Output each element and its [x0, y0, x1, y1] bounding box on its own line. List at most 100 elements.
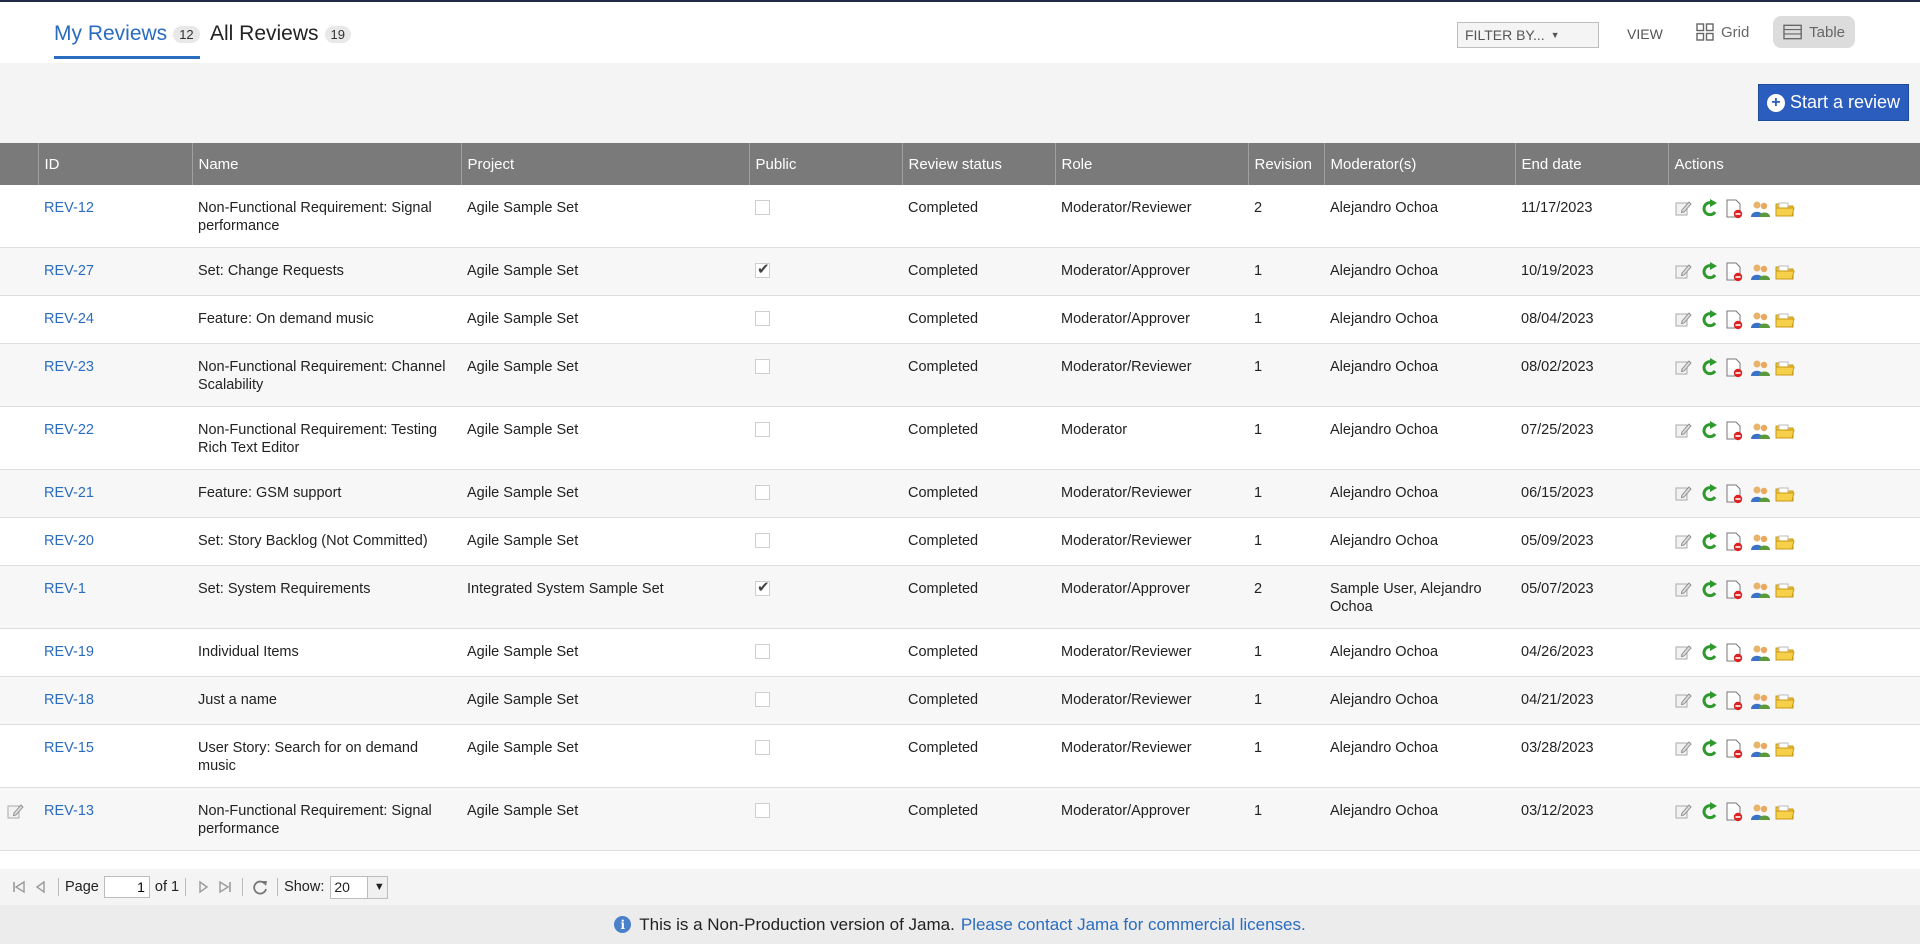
folder-icon[interactable]: [1774, 262, 1796, 282]
folder-icon[interactable]: [1774, 802, 1796, 822]
restart-arrow-icon[interactable]: [1699, 739, 1721, 759]
review-id-link[interactable]: REV-15: [38, 724, 192, 788]
edit-icon[interactable]: [1674, 532, 1696, 552]
review-id-link[interactable]: REV-18: [38, 676, 192, 725]
folder-icon[interactable]: [1774, 484, 1796, 504]
restart-arrow-icon[interactable]: [1699, 802, 1721, 822]
participants-icon[interactable]: [1749, 643, 1771, 663]
participants-icon[interactable]: [1749, 358, 1771, 378]
folder-icon[interactable]: [1774, 739, 1796, 759]
review-id-link[interactable]: REV-27: [38, 247, 192, 296]
participants-icon[interactable]: [1749, 739, 1771, 759]
restart-arrow-icon[interactable]: [1699, 580, 1721, 600]
close-review-icon[interactable]: [1724, 262, 1746, 282]
close-review-icon[interactable]: [1724, 532, 1746, 552]
review-id-link[interactable]: REV-21: [38, 469, 192, 518]
restart-arrow-icon[interactable]: [1699, 358, 1721, 378]
page-size-select[interactable]: 20 ▼: [330, 875, 389, 899]
folder-icon[interactable]: [1774, 643, 1796, 663]
column-header-public[interactable]: Public: [749, 143, 903, 185]
restart-arrow-icon[interactable]: [1699, 310, 1721, 330]
table-row[interactable]: REV-12 Non-Functional Requirement: Signa…: [0, 185, 1920, 248]
close-review-icon[interactable]: [1724, 484, 1746, 504]
restart-arrow-icon[interactable]: [1699, 532, 1721, 552]
page-number-input[interactable]: [103, 876, 150, 898]
review-id-link[interactable]: REV-24: [38, 295, 192, 344]
edit-icon[interactable]: [1674, 421, 1696, 441]
table-row[interactable]: REV-20 Set: Story Backlog (Not Committed…: [0, 517, 1920, 566]
last-page-icon[interactable]: [214, 876, 236, 898]
tab-my-reviews[interactable]: My Reviews 12: [54, 22, 200, 59]
review-id-link[interactable]: REV-20: [38, 517, 192, 566]
close-review-icon[interactable]: [1724, 691, 1746, 711]
first-page-icon[interactable]: [8, 876, 30, 898]
table-row[interactable]: REV-22 Non-Functional Requirement: Testi…: [0, 406, 1920, 470]
close-review-icon[interactable]: [1724, 358, 1746, 378]
table-row[interactable]: REV-27 Set: Change Requests Agile Sample…: [0, 247, 1920, 296]
table-row[interactable]: REV-23 Non-Functional Requirement: Chann…: [0, 343, 1920, 407]
edit-icon[interactable]: [1674, 310, 1696, 330]
row-edit-icon[interactable]: [6, 804, 24, 824]
column-header-id[interactable]: ID: [38, 143, 193, 185]
folder-icon[interactable]: [1774, 358, 1796, 378]
column-header-revision[interactable]: Revision: [1248, 143, 1325, 185]
review-id-link[interactable]: REV-19: [38, 628, 192, 677]
close-review-icon[interactable]: [1724, 310, 1746, 330]
restart-arrow-icon[interactable]: [1699, 262, 1721, 282]
folder-icon[interactable]: [1774, 421, 1796, 441]
review-id-link[interactable]: REV-22: [38, 406, 192, 470]
participants-icon[interactable]: [1749, 310, 1771, 330]
view-table-button[interactable]: Table: [1773, 16, 1855, 48]
close-review-icon[interactable]: [1724, 802, 1746, 822]
edit-icon[interactable]: [1674, 262, 1696, 282]
tab-all-reviews[interactable]: All Reviews 19: [210, 22, 351, 46]
participants-icon[interactable]: [1749, 262, 1771, 282]
table-row[interactable]: REV-21 Feature: GSM support Agile Sample…: [0, 469, 1920, 518]
close-review-icon[interactable]: [1724, 421, 1746, 441]
table-row[interactable]: REV-24 Feature: On demand music Agile Sa…: [0, 295, 1920, 344]
close-review-icon[interactable]: [1724, 580, 1746, 600]
previous-page-icon[interactable]: [30, 876, 52, 898]
folder-icon[interactable]: [1774, 310, 1796, 330]
column-header-status[interactable]: Review status: [902, 143, 1056, 185]
column-header-role[interactable]: Role: [1055, 143, 1249, 185]
participants-icon[interactable]: [1749, 199, 1771, 219]
column-header-project[interactable]: Project: [461, 143, 750, 185]
participants-icon[interactable]: [1749, 421, 1771, 441]
participants-icon[interactable]: [1749, 580, 1771, 600]
folder-icon[interactable]: [1774, 532, 1796, 552]
column-header-end-date[interactable]: End date: [1515, 143, 1669, 185]
table-row[interactable]: REV-15 User Story: Search for on demand …: [0, 724, 1920, 788]
table-row[interactable]: REV-19 Individual Items Agile Sample Set…: [0, 628, 1920, 677]
folder-icon[interactable]: [1774, 199, 1796, 219]
review-id-link[interactable]: REV-1: [38, 565, 192, 629]
participants-icon[interactable]: [1749, 484, 1771, 504]
filter-dropdown[interactable]: FILTER BY... ▼: [1457, 22, 1599, 48]
contact-link[interactable]: Please contact Jama for commercial licen…: [961, 915, 1306, 935]
edit-icon[interactable]: [1674, 358, 1696, 378]
restart-arrow-icon[interactable]: [1699, 484, 1721, 504]
participants-icon[interactable]: [1749, 802, 1771, 822]
edit-icon[interactable]: [1674, 580, 1696, 600]
edit-icon[interactable]: [1674, 643, 1696, 663]
review-id-link[interactable]: REV-23: [38, 343, 192, 407]
column-header-name[interactable]: Name: [192, 143, 462, 185]
folder-icon[interactable]: [1774, 580, 1796, 600]
review-id-link[interactable]: REV-13: [38, 787, 192, 851]
edit-icon[interactable]: [1674, 739, 1696, 759]
start-review-button[interactable]: + Start a review: [1758, 84, 1909, 121]
review-id-link[interactable]: REV-12: [38, 185, 192, 248]
participants-icon[interactable]: [1749, 691, 1771, 711]
edit-icon[interactable]: [1674, 484, 1696, 504]
close-review-icon[interactable]: [1724, 739, 1746, 759]
edit-icon[interactable]: [1674, 691, 1696, 711]
restart-arrow-icon[interactable]: [1699, 421, 1721, 441]
restart-arrow-icon[interactable]: [1699, 199, 1721, 219]
restart-arrow-icon[interactable]: [1699, 691, 1721, 711]
edit-icon[interactable]: [1674, 199, 1696, 219]
close-review-icon[interactable]: [1724, 199, 1746, 219]
column-header-moderators[interactable]: Moderator(s): [1324, 143, 1516, 185]
table-row[interactable]: REV-13 Non-Functional Requirement: Signa…: [0, 787, 1920, 851]
edit-icon[interactable]: [1674, 802, 1696, 822]
participants-icon[interactable]: [1749, 532, 1771, 552]
